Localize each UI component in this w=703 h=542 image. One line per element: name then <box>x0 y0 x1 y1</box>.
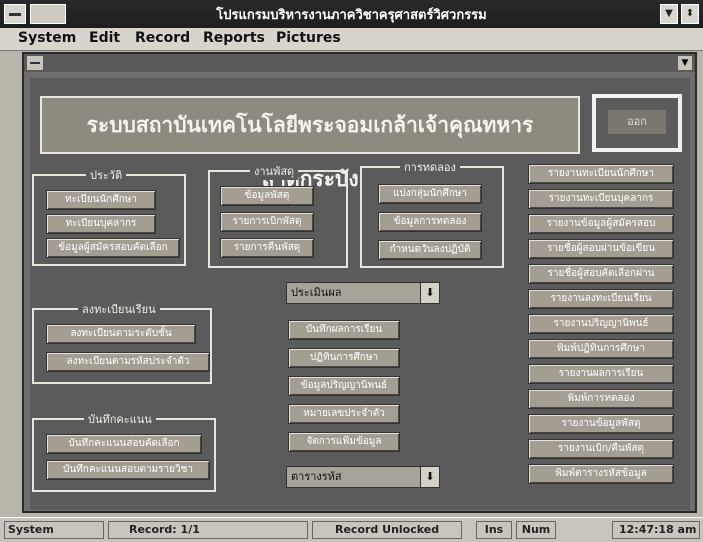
status-ins: Ins <box>476 521 512 539</box>
menu-edit[interactable]: Edit <box>89 30 120 46</box>
maximize-button[interactable]: ⬍ <box>681 4 699 24</box>
student-grouping-button[interactable]: แบ่งกลุ่มนักศึกษา <box>378 184 482 204</box>
academic-calendar-button[interactable]: ปฏิทินการศึกษา <box>288 348 400 368</box>
supplies-group-label: งานพัสดุ <box>250 162 299 180</box>
menu-reports[interactable]: Reports <box>203 30 265 46</box>
history-group: ประวัติ ทะเบียนนักศึกษา ทะเบียนบุคลากร ข… <box>32 166 186 266</box>
menu-system[interactable]: System <box>18 30 76 46</box>
status-record: Record: 1/1 <box>108 521 308 539</box>
report-button[interactable]: พิมพ์ปฏิทินการศึกษา <box>528 339 674 359</box>
experiment-group: การทดลอง แบ่งกลุ่มนักศึกษา ข้อมูลการทดลอ… <box>360 158 504 268</box>
minimize-button[interactable]: ▼ <box>660 4 678 24</box>
evaluation-select-value: ประเมินผล <box>291 286 342 299</box>
menu-pictures[interactable]: Pictures <box>276 30 341 46</box>
report-button[interactable]: รายชื่อผู้สอบคัดเลือกผ่าน <box>528 264 674 284</box>
banner-title: ระบบสถาบันเทคโนโลยีพระจอมเกล้าเจ้าคุณทหา… <box>40 96 580 191</box>
code-table-dropdown-icon[interactable]: ⬇ <box>420 467 439 487</box>
supply-data-button[interactable]: ข้อมูลพัสดุ <box>220 186 314 206</box>
applicant-data-button[interactable]: ข้อมูลผู้สมัครสอบคัดเลือก <box>46 238 180 258</box>
form-system-box[interactable] <box>27 56 43 70</box>
status-lock: Record Unlocked <box>312 521 462 539</box>
main-form-window: ▼ ระบบสถาบันเทคโนโลยีพระจอมเกล้าเจ้าคุณท… <box>22 52 697 513</box>
file-management-button[interactable]: จัดการแฟ้มข้อมูล <box>288 432 400 452</box>
staff-registry-button[interactable]: ทะเบียนบุคลากร <box>46 214 156 234</box>
supply-return-button[interactable]: รายการคืนพัสดุ <box>220 238 314 258</box>
report-button[interactable]: รายงานทะเบียนบุคลากร <box>528 189 674 209</box>
report-button[interactable]: รายงานปริญญานิพนธ์ <box>528 314 674 334</box>
report-button[interactable]: พิมพ์การทดลอง <box>528 389 674 409</box>
student-registry-button[interactable]: ทะเบียนนักศึกษา <box>46 190 156 210</box>
id-number-button[interactable]: หมายเลขประจำตัว <box>288 404 400 424</box>
status-mode: System <box>4 521 104 539</box>
title-bar: โปรแกรมบริหารงานภาควิชาครุศาสตร์วิศวกรรม… <box>0 0 703 28</box>
supplies-group: งานพัสดุ ข้อมูลพัสดุ รายการเบิกพัสดุ ราย… <box>208 162 348 268</box>
supply-withdraw-button[interactable]: รายการเบิกพัสดุ <box>220 212 314 232</box>
main-menu-form: ระบบสถาบันเทคโนโลยีพระจอมเกล้าเจ้าคุณทหา… <box>30 78 690 510</box>
subject-score-button[interactable]: บันทึกคะแนนสอบตามรายวิชา <box>46 460 210 480</box>
registration-group-label: ลงทะเบียนเรียน <box>78 300 160 318</box>
history-group-label: ประวัติ <box>86 166 127 184</box>
thesis-data-button[interactable]: ข้อมูลปริญญานิพนธ์ <box>288 376 400 396</box>
record-grades-button[interactable]: บันทึกผลการเรียน <box>288 320 400 340</box>
report-button[interactable]: รายงานข้อมูลผู้สมัครสอบ <box>528 214 674 234</box>
registration-group: ลงทะเบียนเรียน ลงทะเบียนตามระดับชั้น ลงท… <box>32 300 212 384</box>
status-time: 12:47:18 am <box>612 521 700 539</box>
evaluation-dropdown-icon[interactable]: ⬇ <box>420 283 439 303</box>
report-button[interactable]: รายชื่อผู้สอบผ่านข้อเขียน <box>528 239 674 259</box>
report-button[interactable]: รายงานลงทะเบียนเรียน <box>528 289 674 309</box>
form-scroll-down-button[interactable]: ▼ <box>678 56 692 70</box>
scores-group-label: บันทึกคะแนน <box>84 410 156 428</box>
report-button[interactable]: รายงานข้อมูลพัสดุ <box>528 414 674 434</box>
exit-frame: ออก <box>592 94 682 152</box>
menu-record[interactable]: Record <box>135 30 190 46</box>
report-button[interactable]: พิมพ์ตารางรหัสข้อมูล <box>528 464 674 484</box>
window-title: โปรแกรมบริหารงานภาควิชาครุศาสตร์วิศวกรรม <box>216 8 487 23</box>
form-menu-icon <box>30 62 40 64</box>
experiment-group-label: การทดลอง <box>400 158 460 176</box>
scores-group: บันทึกคะแนน บันทึกคะแนนสอบคัดเลือก บันทึ… <box>32 410 216 492</box>
application-window: โปรแกรมบริหารงานภาควิชาครุศาสตร์วิศวกรรม… <box>0 0 703 542</box>
entrance-score-button[interactable]: บันทึกคะแนนสอบคัดเลือก <box>46 434 202 454</box>
register-by-id-button[interactable]: ลงทะเบียนตามรหัสประจำตัว <box>46 352 210 372</box>
report-button[interactable]: รายงานผลการเรียน <box>528 364 674 384</box>
experiment-data-button[interactable]: ข้อมูลการทดลอง <box>378 212 482 232</box>
code-table-select[interactable]: ตารางรหัส ⬇ <box>286 466 440 488</box>
practice-schedule-button[interactable]: กำหนดวันลงปฏิบัติ <box>378 240 482 260</box>
code-table-select-value: ตารางรหัส <box>291 470 342 483</box>
report-button[interactable]: รายงานทะเบียนนักศึกษา <box>528 164 674 184</box>
evaluation-select[interactable]: ประเมินผล ⬇ <box>286 282 440 304</box>
exit-button[interactable]: ออก <box>608 110 666 134</box>
status-bar: System Record: 1/1 Record Unlocked Ins N… <box>0 517 703 542</box>
report-button[interactable]: รายงานเบิก/คืนพัสดุ <box>528 439 674 459</box>
menu-bar: System Edit Record Reports Pictures <box>0 28 703 51</box>
register-by-level-button[interactable]: ลงทะเบียนตามระดับชั้น <box>46 324 196 344</box>
status-num: Num <box>516 521 556 539</box>
form-caption-bar: ▼ <box>24 54 695 72</box>
